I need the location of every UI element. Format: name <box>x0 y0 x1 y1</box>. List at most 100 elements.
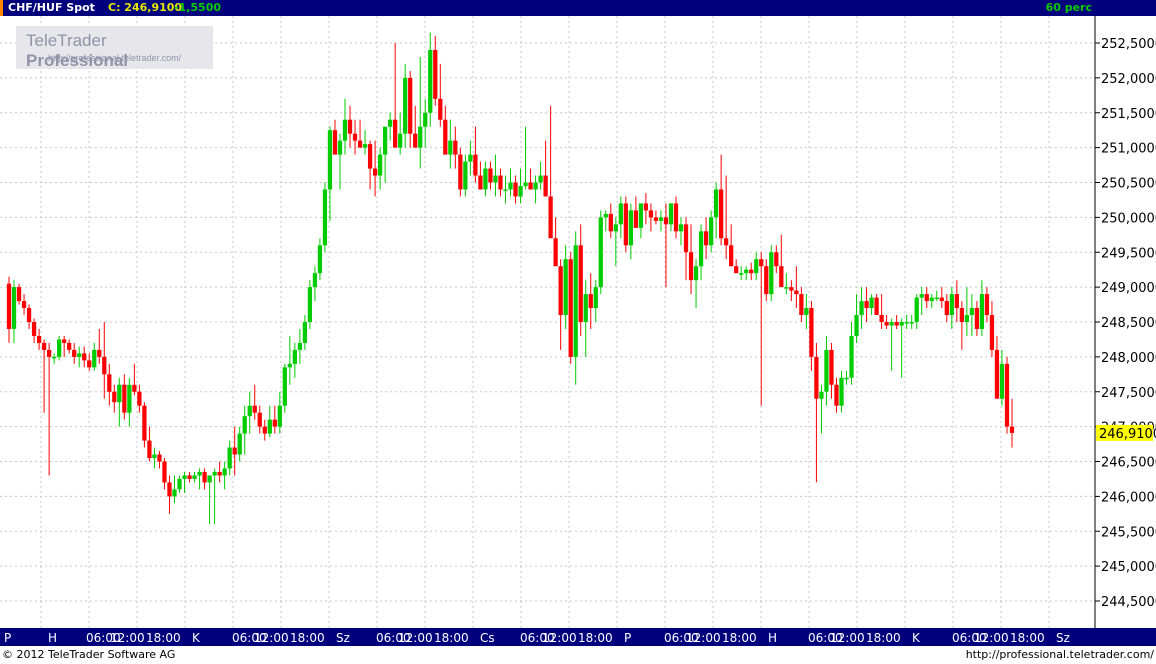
x-tick-label: 12:00 <box>254 631 289 645</box>
candle-body-down <box>588 294 593 309</box>
candle-body-down <box>87 360 92 368</box>
y-tick-label: 252,0000 <box>1101 72 1156 87</box>
candle-body-up <box>899 322 904 326</box>
candle-body-up <box>292 349 297 364</box>
candle <box>769 245 774 302</box>
candle-body-down <box>663 217 669 225</box>
candle-body-up <box>613 224 618 232</box>
candle-body-down <box>262 426 267 434</box>
candle-body-up <box>784 287 789 289</box>
candle-body-down <box>187 475 192 479</box>
candle-body-up <box>628 210 633 246</box>
candle-body-down <box>252 405 257 413</box>
x-tick-label: 18:00 <box>1010 631 1045 645</box>
candle-body-down <box>16 287 22 302</box>
candle-body-up <box>448 140 453 155</box>
candle-body-down <box>157 454 162 462</box>
candle-body-down <box>132 384 137 392</box>
candle-body-up <box>52 356 57 359</box>
last-price-label: 246,9100 <box>1099 427 1156 442</box>
candle-body-down <box>759 259 764 267</box>
candle-body-down <box>924 294 929 302</box>
candle-body-up <box>909 322 914 324</box>
candle-body-down <box>6 283 12 329</box>
candle-body-up <box>362 144 368 148</box>
candle-body-up <box>698 231 704 267</box>
candle-body-up <box>77 353 82 357</box>
candle-body-up <box>713 189 719 218</box>
candle <box>598 210 603 295</box>
candle-body-down <box>122 384 127 413</box>
candle-body-up <box>92 349 97 368</box>
candle-body-down <box>62 339 67 343</box>
candle-body-down <box>623 203 628 246</box>
candle-body-up <box>317 245 323 274</box>
candle-body-down <box>683 224 689 253</box>
y-tick-label: 249,0000 <box>1101 281 1156 296</box>
candle-body-up <box>483 168 488 190</box>
candle-body-up <box>172 489 177 497</box>
candle-body-up <box>398 133 403 148</box>
x-tick-label: 18:00 <box>866 631 901 645</box>
candle-body-up <box>538 175 543 183</box>
candle-body-up <box>227 447 232 469</box>
candle-body-down <box>653 217 659 221</box>
candle-body-down <box>31 322 37 336</box>
candle-body-down <box>794 290 799 295</box>
candle-body-down <box>608 213 613 232</box>
candle-body-down <box>107 374 112 392</box>
candle <box>322 182 328 253</box>
candle-body-up <box>117 384 122 403</box>
candle-body-down <box>553 238 558 267</box>
candle-body-down <box>974 308 980 329</box>
y-tick-label: 244,5000 <box>1101 595 1156 610</box>
candle-body-down <box>347 119 353 134</box>
footer-url[interactable]: http://professional.teletrader.com/ <box>966 646 1154 664</box>
candle-body-up <box>618 203 623 225</box>
x-tick-label: P <box>4 631 11 645</box>
candle-body-up <box>192 475 197 479</box>
candle-body-down <box>453 140 458 155</box>
candle-body-up <box>207 475 212 483</box>
y-tick-label: 248,0000 <box>1101 351 1156 366</box>
candle-body-up <box>904 322 909 324</box>
candle-body-up <box>177 478 182 490</box>
y-tick-label: 248,5000 <box>1101 316 1156 331</box>
candle-body-up <box>804 308 809 316</box>
x-tick-label: 12:00 <box>542 631 577 645</box>
candle-body-up <box>769 252 774 295</box>
logo-title: TeleTrader Professional <box>26 31 129 70</box>
candle-body-down <box>994 349 1000 399</box>
candle-body-up <box>844 377 849 380</box>
candle-body-down <box>162 461 167 483</box>
candle-body-up <box>247 405 252 417</box>
candle-body-down <box>137 391 142 406</box>
candle-body-up <box>382 126 388 155</box>
logo-url: http://professional.teletrader.com/ <box>48 53 182 63</box>
candle-body-up <box>593 287 598 309</box>
candle-body-up <box>312 273 318 288</box>
x-tick-label: 18:00 <box>146 631 181 645</box>
candle-body-down <box>332 130 338 155</box>
candle-body-up <box>307 287 313 322</box>
candle-body-down <box>473 154 478 176</box>
candle <box>458 147 463 197</box>
candle-body-up <box>708 217 714 246</box>
candle-body-up <box>919 294 924 298</box>
candle-body-down <box>568 259 573 357</box>
candle-body-down <box>372 168 378 176</box>
candle <box>623 196 628 253</box>
x-tick-label: 18:00 <box>434 631 469 645</box>
candle-body-up <box>468 154 473 162</box>
candle-body-down <box>864 301 869 309</box>
candle-body-down <box>272 419 277 427</box>
candle <box>57 335 62 361</box>
candle-body-down <box>954 294 959 309</box>
x-tick-label: 12:00 <box>974 631 1009 645</box>
candle-body-up <box>418 126 423 148</box>
price-axis[interactable]: 252,5000 252,0000 251,5000 251,0000 250,5000… <box>1095 37 1156 610</box>
price-change: -1,5500 <box>174 1 222 14</box>
candlestick-chart[interactable]: 252,5000 252,0000 251,5000 251,0000 250,5000… <box>0 16 1156 646</box>
candle-body-down <box>734 266 739 274</box>
candle-body-down <box>548 196 553 239</box>
